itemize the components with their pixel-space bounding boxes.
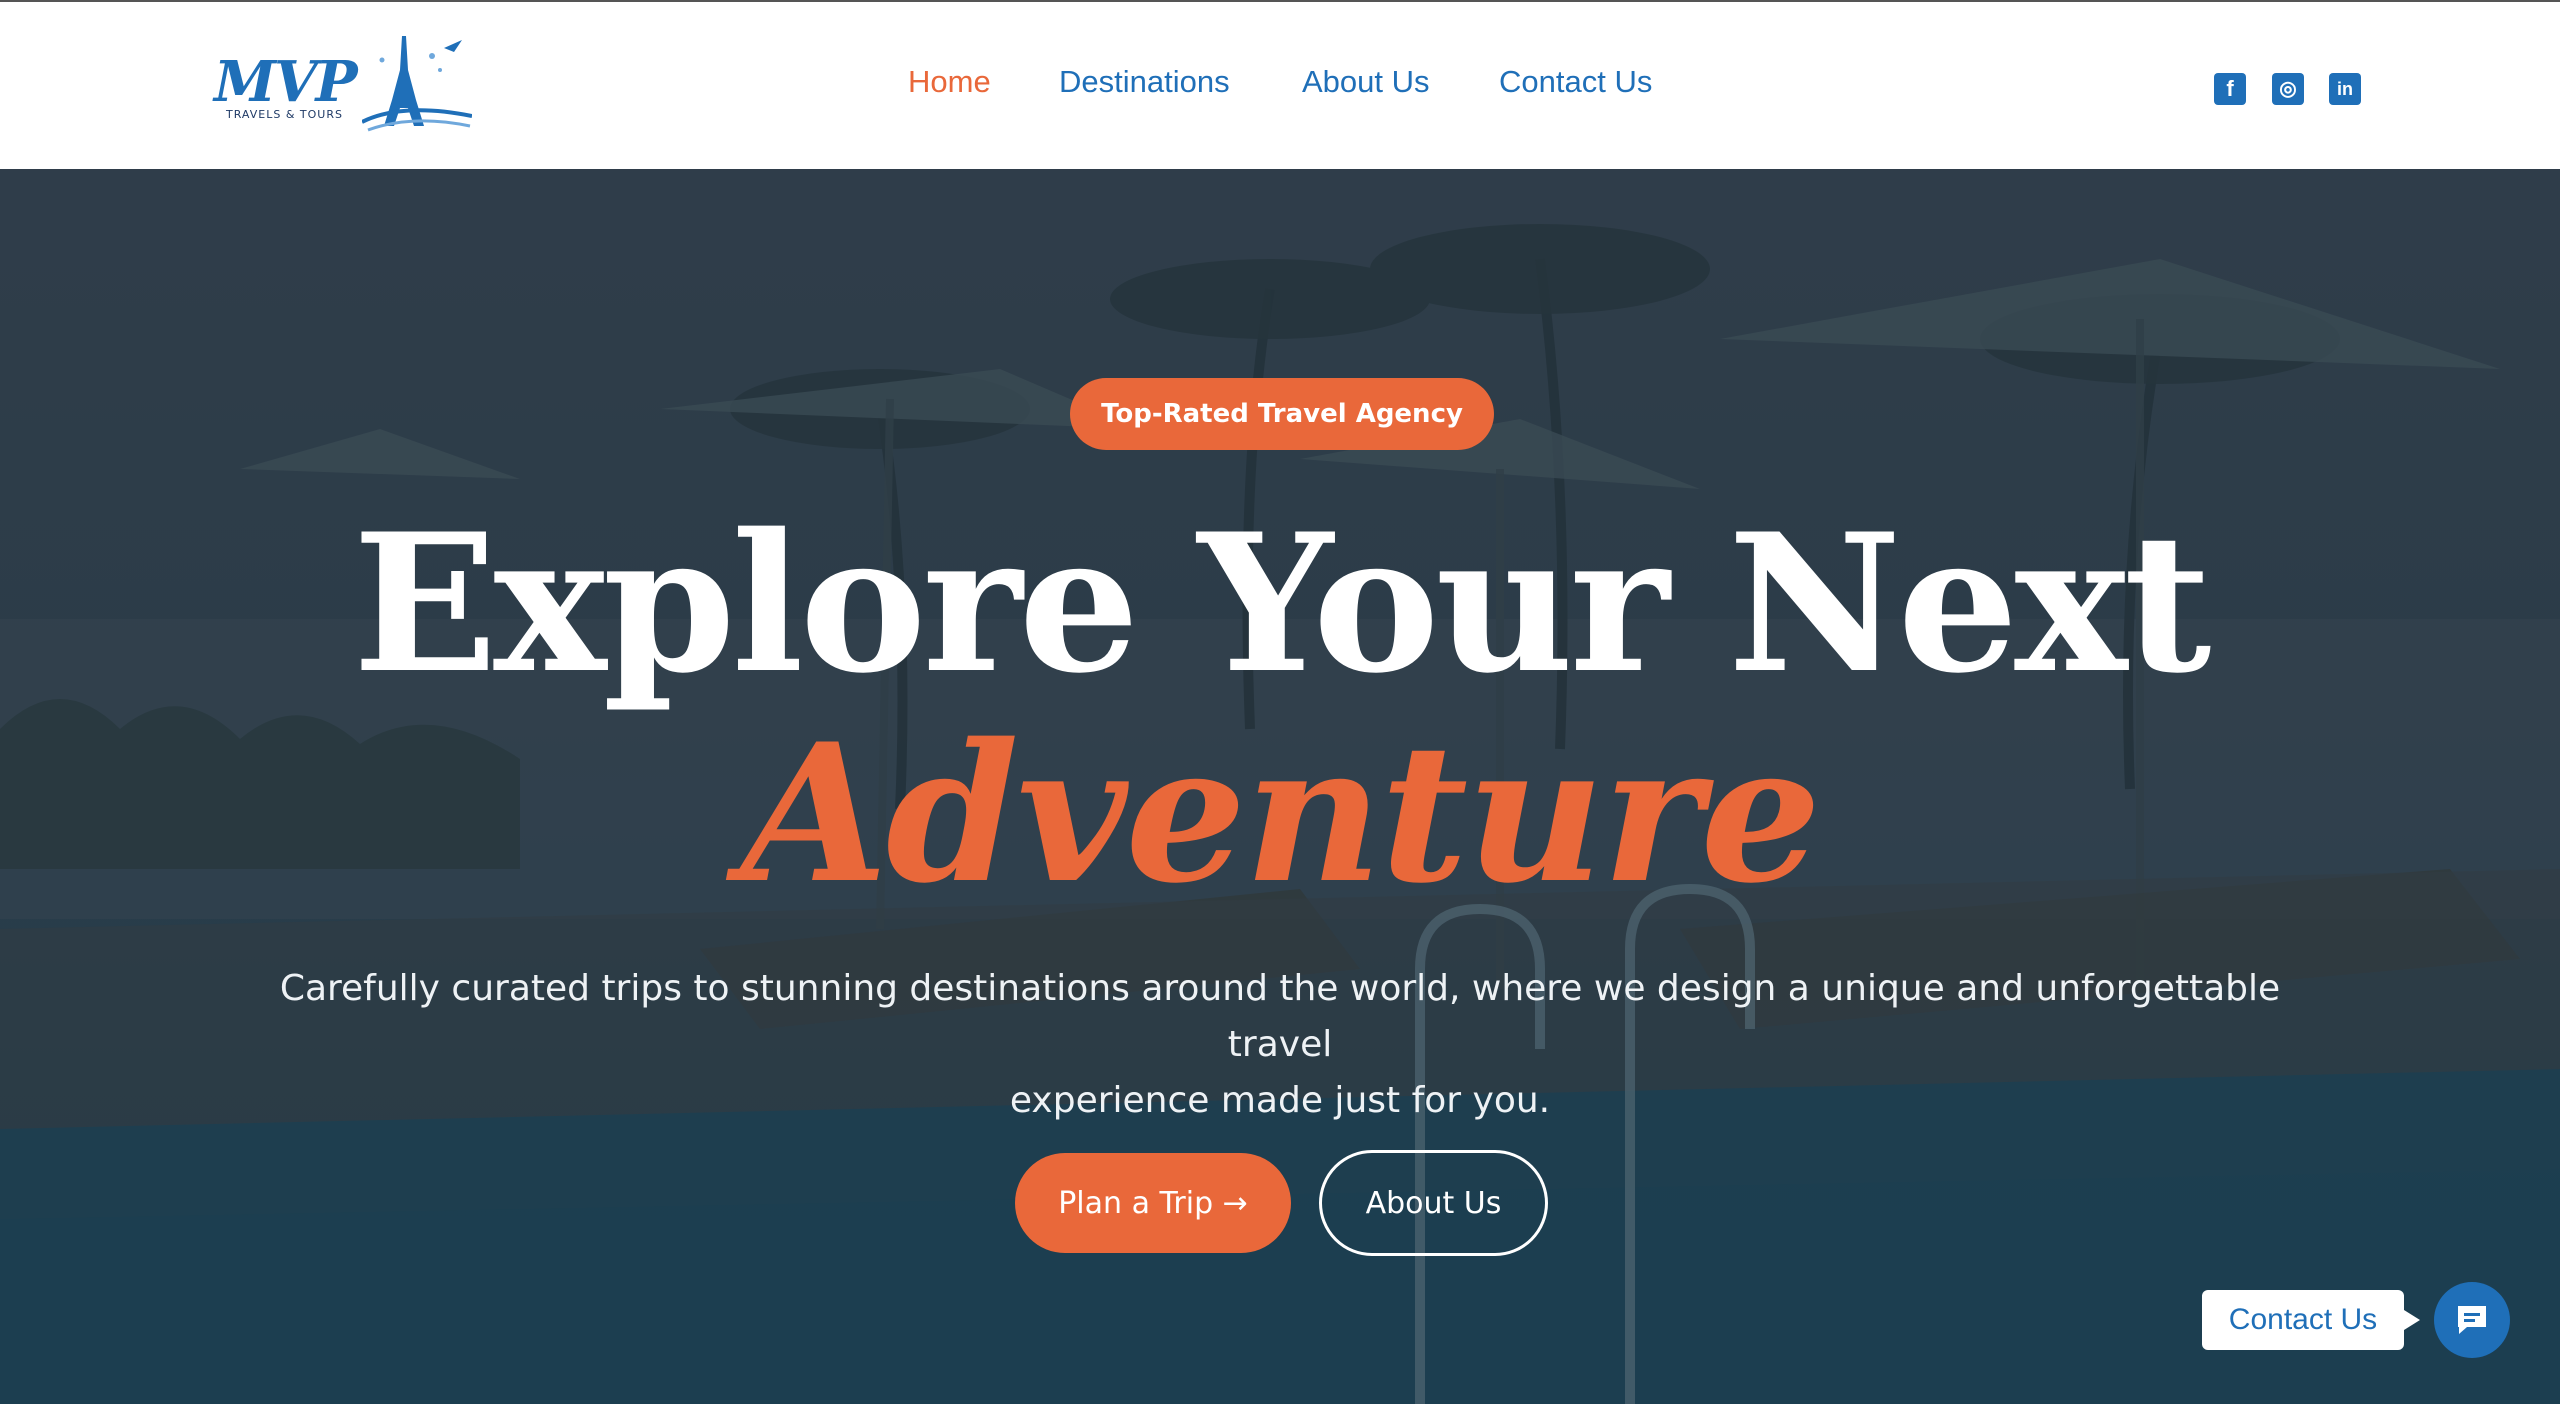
nav-item-home[interactable]: Home <box>908 64 991 100</box>
chat-label-tail <box>2404 1310 2420 1330</box>
linkedin-icon[interactable]: in <box>2329 73 2361 105</box>
eiffel-tower-icon <box>362 36 472 132</box>
nav-item-about-us[interactable]: About Us <box>1302 64 1430 100</box>
hero-description: Carefully curated trips to stunning dest… <box>230 961 2330 1129</box>
nav-item-destinations[interactable]: Destinations <box>1059 64 1230 100</box>
chat-contact-label[interactable]: Contact Us <box>2202 1290 2420 1350</box>
instagram-icon[interactable]: ◎ <box>2272 73 2304 105</box>
hero-badge: Top-Rated Travel Agency <box>1070 378 1494 450</box>
site-header: MVP TRAVELS & TOURS Home Destinations Ab… <box>0 2 2560 169</box>
logo-brand-text: MVP <box>214 49 358 115</box>
hero-description-line-2: experience made just for you. <box>1009 1080 1551 1121</box>
about-us-button[interactable]: About Us <box>1319 1150 1548 1256</box>
chat-icon[interactable] <box>2434 1282 2510 1358</box>
chat-bubble-icon <box>2458 1306 2486 1334</box>
hero-headline: Explore Your Next <box>352 492 2212 715</box>
facebook-icon[interactable]: f <box>2214 73 2246 105</box>
hero-headline-accent: Adventure <box>740 702 1822 925</box>
chat-contact-label-text: Contact Us <box>2228 1303 2378 1336</box>
plan-a-trip-button[interactable]: Plan a Trip → <box>1015 1153 1291 1253</box>
hero-description-line-1: Carefully curated trips to stunning dest… <box>279 968 2281 1065</box>
logo-tagline: TRAVELS & TOURS <box>226 108 343 121</box>
site-logo[interactable]: MVP TRAVELS & TOURS <box>212 30 474 134</box>
nav-item-contact-us[interactable]: Contact Us <box>1499 64 1652 100</box>
